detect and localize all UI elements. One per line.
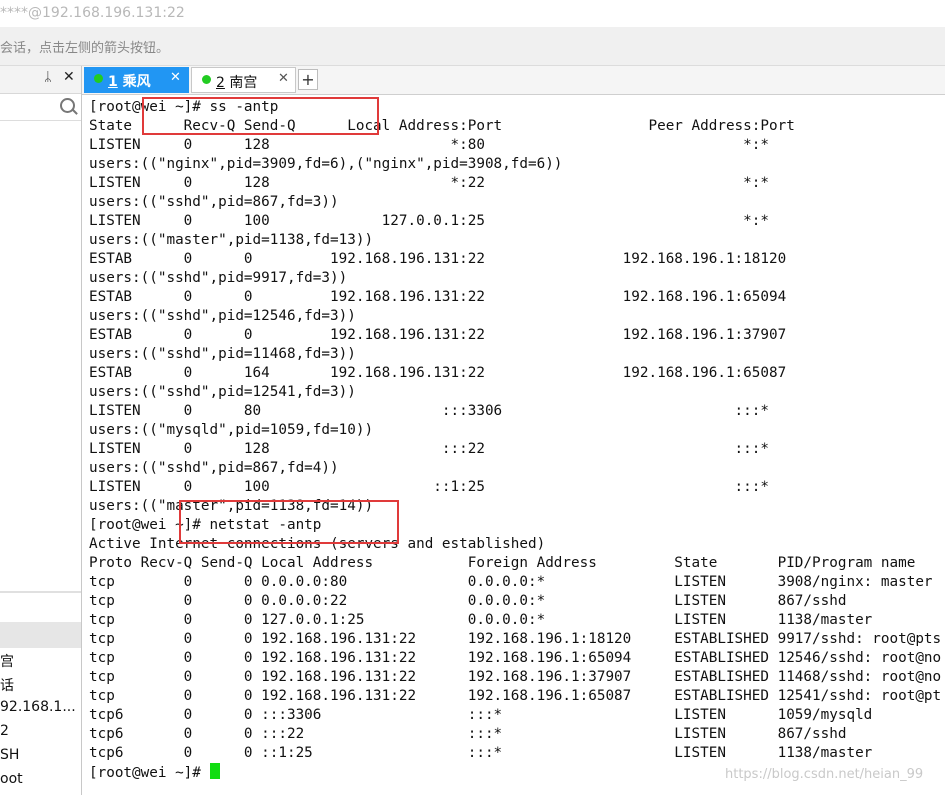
connected-status-icon — [202, 75, 211, 84]
terminal-line: tcp6 0 0 :::22 :::* LISTEN 867/sshd — [89, 726, 847, 742]
tab-close-icon[interactable]: ✕ — [278, 71, 289, 86]
session-tree-header — [0, 622, 81, 648]
sessions-panel: ᛦ ✕ 宫 话 92.168.1... 2 SH oot — [0, 66, 82, 795]
terminal-line: tcp6 0 0 ::1:25 :::* LISTEN 1138/master — [89, 745, 873, 761]
terminal-line: LISTEN 0 128 :::22 :::* — [89, 441, 769, 457]
pin-icon[interactable]: ᛦ — [44, 70, 52, 85]
tab-session-1[interactable]: 1 乘风 ✕ — [84, 67, 189, 93]
connected-status-icon — [94, 74, 103, 83]
tab-session-2[interactable]: 2 南宫 ✕ — [191, 67, 296, 93]
terminal-line: users:(("sshd",pid=867,fd=3)) — [89, 194, 339, 210]
terminal-line: ESTAB 0 0 192.168.196.131:22 192.168.196… — [89, 251, 787, 267]
session-tree-item[interactable]: 2 — [0, 723, 9, 739]
add-tab-button[interactable]: + — [298, 69, 318, 90]
session-search-box[interactable] — [0, 94, 81, 121]
window-title: ****@192.168.196.131:22 — [0, 5, 185, 21]
terminal-line: ESTAB 0 0 192.168.196.131:22 192.168.196… — [89, 289, 787, 305]
tab-label: 1 乘风 — [108, 74, 151, 90]
tab-close-icon[interactable]: ✕ — [170, 70, 181, 85]
annotation-box-netstat-command — [179, 500, 399, 544]
terminal-line: tcp6 0 0 :::3306 :::* LISTEN 1059/mysqld — [89, 707, 873, 723]
terminal-line: tcp 0 0 192.168.196.131:22 192.168.196.1… — [89, 688, 942, 704]
session-tree-item[interactable]: 宫 — [0, 651, 14, 671]
terminal-line: users:(("master",pid=1138,fd=13)) — [89, 232, 374, 248]
terminal-line: users:(("sshd",pid=9917,fd=3)) — [89, 270, 348, 286]
terminal-line: tcp 0 0 0.0.0.0:22 0.0.0.0:* LISTEN 867/… — [89, 593, 847, 609]
terminal-text: [root@wei ~]# ss -antp State Recv-Q Send… — [89, 98, 941, 783]
session-tree-item[interactable]: oot — [0, 771, 23, 787]
terminal-line: ESTAB 0 0 192.168.196.131:22 192.168.196… — [89, 327, 787, 343]
session-tab-bar: 1 乘风 ✕ 2 南宫 ✕ + — [82, 66, 945, 95]
terminal-line: LISTEN 0 80 :::3306 :::* — [89, 403, 769, 419]
session-tree-item[interactable]: 92.168.1... — [0, 699, 76, 715]
terminal-line: users:(("mysqld",pid=1059,fd=10)) — [89, 422, 374, 438]
panel-divider — [0, 591, 81, 593]
window-titlebar: ****@192.168.196.131:22 — [0, 0, 945, 27]
session-hint-text: 会话，点击左侧的箭头按钮。 — [0, 41, 170, 56]
terminal-line: users:(("nginx",pid=3909,fd=6),("nginx",… — [89, 156, 563, 172]
terminal-line: tcp 0 0 192.168.196.131:22 192.168.196.1… — [89, 650, 942, 666]
tab-label: 2 南宫 — [216, 75, 258, 91]
terminal-line: LISTEN 0 100 127.0.0.1:25 *:* — [89, 213, 769, 229]
session-hint-bar: 会话，点击左侧的箭头按钮。 — [0, 27, 945, 66]
sessions-panel-header: ᛦ ✕ — [0, 66, 81, 94]
search-icon[interactable] — [60, 98, 75, 113]
terminal-line: tcp 0 0 127.0.0.1:25 0.0.0.0:* LISTEN 11… — [89, 612, 873, 628]
annotation-box-ss-command — [142, 97, 379, 135]
terminal-line: ESTAB 0 164 192.168.196.131:22 192.168.1… — [89, 365, 787, 381]
watermark: https://blog.csdn.net/heian_99 — [725, 767, 924, 782]
terminal-line: users:(("sshd",pid=12546,fd=3)) — [89, 308, 356, 324]
terminal-cursor — [209, 763, 220, 779]
terminal-line: users:(("sshd",pid=11468,fd=3)) — [89, 346, 356, 362]
terminal-line: LISTEN 0 128 *:80 *:* — [89, 137, 769, 153]
close-panel-icon[interactable]: ✕ — [63, 69, 75, 85]
terminal-line: tcp 0 0 192.168.196.131:22 192.168.196.1… — [89, 669, 942, 685]
terminal-line: users:(("sshd",pid=12541,fd=3)) — [89, 384, 356, 400]
session-tree-item[interactable]: SH — [0, 747, 19, 763]
terminal-line: tcp 0 0 192.168.196.131:22 192.168.196.1… — [89, 631, 942, 647]
terminal-line: users:(("sshd",pid=867,fd=4)) — [89, 460, 339, 476]
terminal-prompt: [root@wei ~]# — [89, 765, 210, 781]
terminal-line: Proto Recv-Q Send-Q Local Address Foreig… — [89, 555, 916, 571]
terminal-output[interactable]: [root@wei ~]# ss -antp State Recv-Q Send… — [82, 95, 945, 795]
terminal-line: LISTEN 0 100 ::1:25 :::* — [89, 479, 769, 495]
session-tree-item[interactable]: 话 — [0, 675, 14, 695]
terminal-line: LISTEN 0 128 *:22 *:* — [89, 175, 769, 191]
terminal-line: tcp 0 0 0.0.0.0:80 0.0.0.0:* LISTEN 3908… — [89, 574, 933, 590]
